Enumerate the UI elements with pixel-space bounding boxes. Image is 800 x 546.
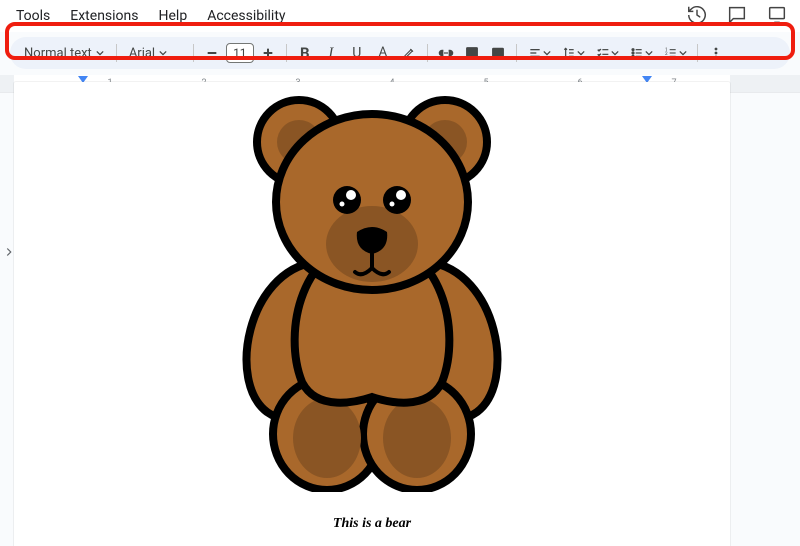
history-icon[interactable] (686, 4, 708, 30)
bulleted-list-button[interactable] (625, 41, 657, 65)
checklist-button[interactable] (591, 41, 623, 65)
numbered-list-button[interactable]: 12 (659, 41, 691, 65)
menu-accessibility[interactable]: Accessibility (199, 4, 293, 28)
font-size-value: 11 (233, 46, 247, 60)
present-icon[interactable] (766, 4, 788, 30)
chevron-down-icon (159, 49, 167, 57)
image-caption[interactable]: This is a bear (333, 516, 411, 532)
underline-button[interactable]: U (345, 41, 369, 65)
chevron-down-icon (611, 49, 619, 57)
toolbar-separator (193, 44, 194, 62)
insert-image-button[interactable] (486, 41, 510, 65)
more-tools-button[interactable] (704, 41, 728, 65)
italic-button[interactable]: I (319, 41, 343, 65)
toolbar-separator (516, 44, 517, 62)
bear-image[interactable] (207, 82, 537, 496)
font-family-label: Arial (129, 46, 155, 61)
menu-tools[interactable]: Tools (8, 4, 58, 28)
header-actions (682, 0, 792, 34)
font-family-dropdown[interactable]: Arial (123, 41, 187, 65)
decrease-font-size-button[interactable] (200, 41, 224, 65)
paragraph-style-dropdown[interactable]: Normal text (18, 41, 110, 65)
chevron-down-icon (543, 49, 551, 57)
svg-text:2: 2 (665, 51, 668, 57)
insert-comment-button[interactable] (460, 41, 484, 65)
bold-button[interactable]: B (293, 41, 317, 65)
comments-icon[interactable] (726, 4, 748, 30)
highlight-color-button[interactable] (397, 41, 421, 65)
menu-help[interactable]: Help (151, 4, 196, 28)
line-spacing-button[interactable] (557, 41, 589, 65)
text-color-button[interactable]: A (371, 41, 395, 65)
chevron-down-icon (96, 49, 104, 57)
toolbar-separator (116, 44, 117, 62)
increase-font-size-button[interactable] (256, 41, 280, 65)
document-page[interactable]: This is a bear (14, 82, 730, 546)
toolbar-separator (427, 44, 428, 62)
font-size-input[interactable]: 11 (226, 43, 254, 63)
menu-extensions[interactable]: Extensions (62, 4, 146, 28)
insert-link-button[interactable] (434, 41, 458, 65)
menubar: Tools Extensions Help Accessibility (0, 0, 800, 32)
paragraph-style-label: Normal text (24, 46, 92, 61)
chevron-down-icon (645, 49, 653, 57)
toolbar-separator (697, 44, 698, 62)
toolbar-separator (286, 44, 287, 62)
toolbar: Normal text Arial 11 B I U A 12 (10, 37, 790, 69)
chevron-down-icon (679, 49, 687, 57)
chevron-down-icon (577, 49, 585, 57)
align-button[interactable] (523, 41, 555, 65)
text-color-swatch (376, 57, 390, 60)
